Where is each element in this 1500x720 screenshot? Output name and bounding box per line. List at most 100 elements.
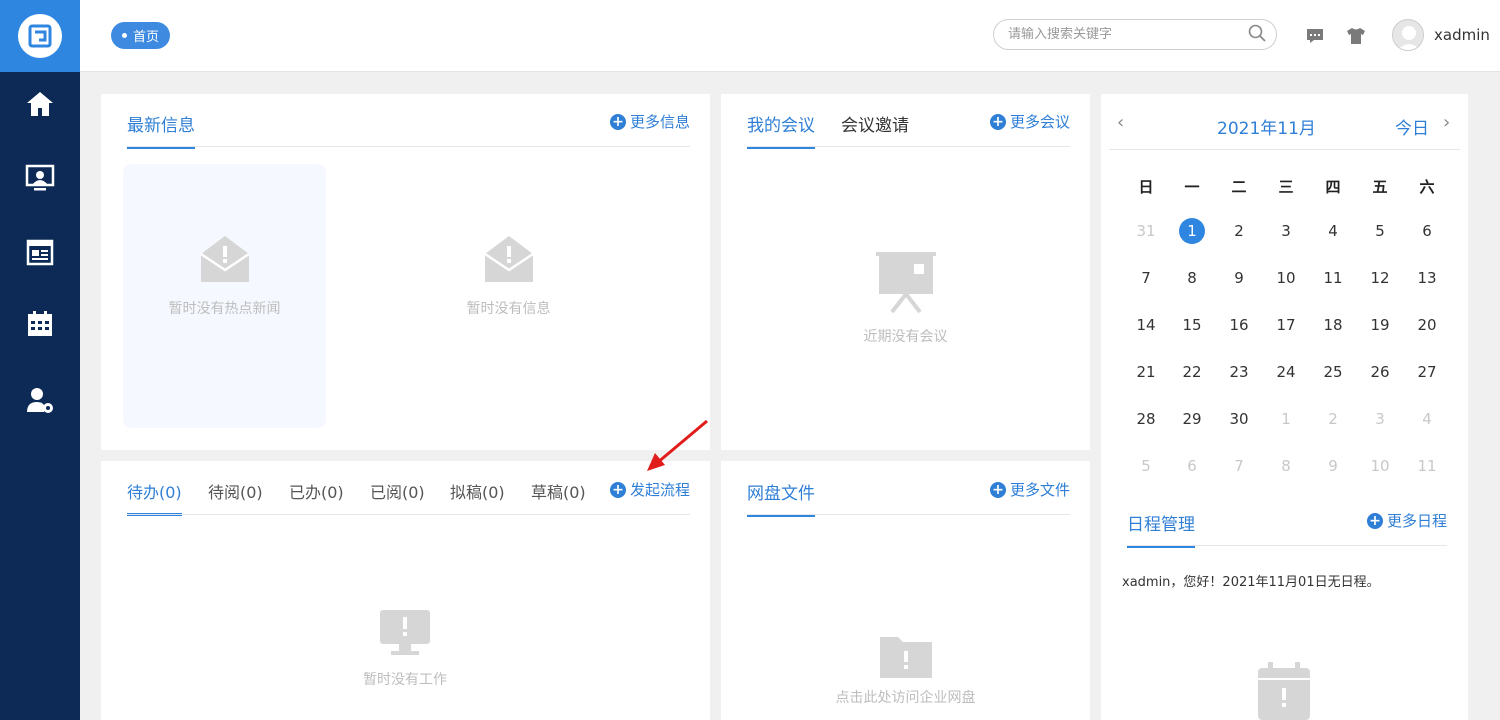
empty-files-text[interactable]: 点击此处访问企业网盘 (836, 687, 976, 707)
calendar-day[interactable]: 26 (1364, 359, 1396, 385)
start-flow-label: 发起流程 (629, 481, 690, 499)
calendar-day[interactable]: 31 (1130, 218, 1162, 244)
calendar-day[interactable]: 28 (1130, 406, 1162, 432)
message-icon[interactable] (1305, 26, 1325, 46)
more-meetings-link[interactable]: + 更多会议 (989, 111, 1070, 132)
weekday-label: 四 (1325, 178, 1341, 196)
calendar-day[interactable]: 11 (1411, 453, 1443, 479)
calendar-day[interactable]: 4 (1411, 406, 1443, 432)
tab-meeting-invites[interactable]: 会议邀请 (841, 111, 909, 146)
calendar-day[interactable]: 6 (1176, 453, 1208, 479)
calendar-day[interactable]: 9 (1223, 265, 1255, 291)
empty-work: 暂时没有工作 (305, 609, 505, 689)
empty-monitor-icon (380, 610, 430, 655)
calendar-day[interactable]: 21 (1130, 359, 1162, 385)
tab-todo[interactable]: 待办(0) (127, 479, 182, 516)
avatar[interactable] (1392, 19, 1424, 51)
calendar-day[interactable]: 23 (1223, 359, 1255, 385)
calendar-day[interactable]: 17 (1270, 312, 1302, 338)
search-box (993, 19, 1277, 50)
more-schedule-label: 更多日程 (1387, 512, 1448, 530)
nav-meeting-icon[interactable] (0, 148, 80, 208)
calendar-day[interactable]: 1 (1270, 406, 1302, 432)
calendar-day[interactable]: 15 (1176, 312, 1208, 338)
calendar-day[interactable]: 2 (1223, 218, 1255, 244)
calendar-day[interactable]: 8 (1176, 265, 1208, 291)
weekday-label: 五 (1372, 178, 1388, 196)
latest-info-title[interactable]: 最新信息 (127, 111, 195, 149)
weekday-label: 三 (1278, 178, 1294, 196)
next-month-chevron-icon[interactable]: › (1443, 112, 1450, 133)
calendar-day[interactable]: 10 (1270, 265, 1302, 291)
calendar-day-today[interactable]: 1 (1179, 218, 1205, 244)
calendar-day[interactable]: 20 (1411, 312, 1443, 338)
empty-info: 暂时没有信息 (407, 232, 610, 318)
more-info-link[interactable]: + 更多信息 (609, 111, 690, 132)
search-icon[interactable] (1248, 24, 1266, 46)
nav-calendar-icon[interactable] (0, 294, 80, 354)
files-title[interactable]: 网盘文件 (747, 479, 815, 517)
calendar-day[interactable]: 19 (1364, 312, 1396, 338)
calendar-day[interactable]: 14 (1130, 312, 1162, 338)
more-schedule-link[interactable]: + 更多日程 (1367, 510, 1447, 531)
calendar-day[interactable]: 10 (1364, 453, 1396, 479)
empty-files[interactable]: 点击此处访问企业网盘 (721, 633, 1090, 707)
start-flow-button[interactable]: + 发起流程 (609, 479, 690, 500)
tab-read[interactable]: 已阅(0) (370, 479, 425, 513)
theme-shirt-icon[interactable] (1346, 26, 1366, 46)
tab-drafting[interactable]: 拟稿(0) (450, 479, 505, 513)
divider (1127, 545, 1447, 546)
calendar-day[interactable]: 4 (1317, 218, 1349, 244)
calendar-day[interactable]: 11 (1317, 265, 1349, 291)
calendar-day[interactable]: 30 (1223, 406, 1255, 432)
calendar-day[interactable]: 25 (1317, 359, 1349, 385)
calendar-day[interactable]: 16 (1223, 312, 1255, 338)
calendar-day[interactable]: 7 (1223, 453, 1255, 479)
calendar-day[interactable]: 6 (1411, 218, 1443, 244)
calendar-day[interactable]: 27 (1411, 359, 1443, 385)
calendar-day[interactable]: 24 (1270, 359, 1302, 385)
empty-schedule (1256, 660, 1312, 720)
empty-hot-news-text: 暂时没有热点新闻 (168, 301, 281, 317)
calendar-day[interactable]: 2 (1317, 406, 1349, 432)
calendar-day[interactable]: 22 (1176, 359, 1208, 385)
tab-drafts[interactable]: 草稿(0) (531, 479, 586, 513)
nav-news-icon[interactable] (0, 222, 80, 282)
plus-circle-icon: + (989, 481, 1006, 498)
today-button[interactable]: 今日 (1395, 114, 1429, 139)
calendar-day[interactable]: 29 (1176, 406, 1208, 432)
calendar-day[interactable]: 3 (1364, 406, 1396, 432)
divider (127, 514, 690, 515)
divider (747, 146, 1070, 147)
files-panel: 网盘文件 + 更多文件 点击此处访问企业网盘 (721, 461, 1090, 720)
calendar-day[interactable]: 5 (1364, 218, 1396, 244)
calendar-day[interactable]: 8 (1270, 453, 1302, 479)
username[interactable]: xadmin (1434, 26, 1490, 44)
calendar-day[interactable]: 7 (1130, 265, 1162, 291)
meetings-panel: 我的会议 会议邀请 + 更多会议 近期没有会议 (721, 94, 1090, 450)
divider (127, 146, 690, 147)
app-logo[interactable] (0, 0, 80, 72)
tab-my-meetings[interactable]: 我的会议 (747, 111, 815, 149)
tab-home[interactable]: 首页 (111, 22, 171, 49)
calendar-day[interactable]: 18 (1317, 312, 1349, 338)
search-input[interactable] (1008, 27, 1248, 42)
more-files-link[interactable]: + 更多文件 (989, 479, 1070, 500)
plus-circle-icon: + (609, 113, 626, 130)
nav-user-settings-icon[interactable] (0, 370, 80, 430)
tab-to-read[interactable]: 待阅(0) (208, 479, 263, 513)
prev-month-chevron-icon[interactable]: ‹ (1117, 112, 1124, 133)
annotation-arrow-icon (647, 419, 708, 471)
latest-info-panel: 最新信息 + 更多信息 暂时没有热点新闻 暂时没有信息 (101, 94, 710, 450)
weekday-label: 二 (1231, 178, 1247, 196)
calendar-day[interactable]: 13 (1411, 265, 1443, 291)
schedule-title[interactable]: 日程管理 (1127, 510, 1195, 548)
empty-hot-news: 暂时没有热点新闻 (123, 232, 326, 318)
tab-done[interactable]: 已办(0) (289, 479, 344, 513)
calendar-day[interactable]: 5 (1130, 453, 1162, 479)
calendar-day[interactable]: 12 (1364, 265, 1396, 291)
calendar-day[interactable]: 3 (1270, 218, 1302, 244)
tab-dot (122, 33, 127, 38)
nav-home-icon[interactable] (0, 74, 80, 134)
calendar-day[interactable]: 9 (1317, 453, 1349, 479)
